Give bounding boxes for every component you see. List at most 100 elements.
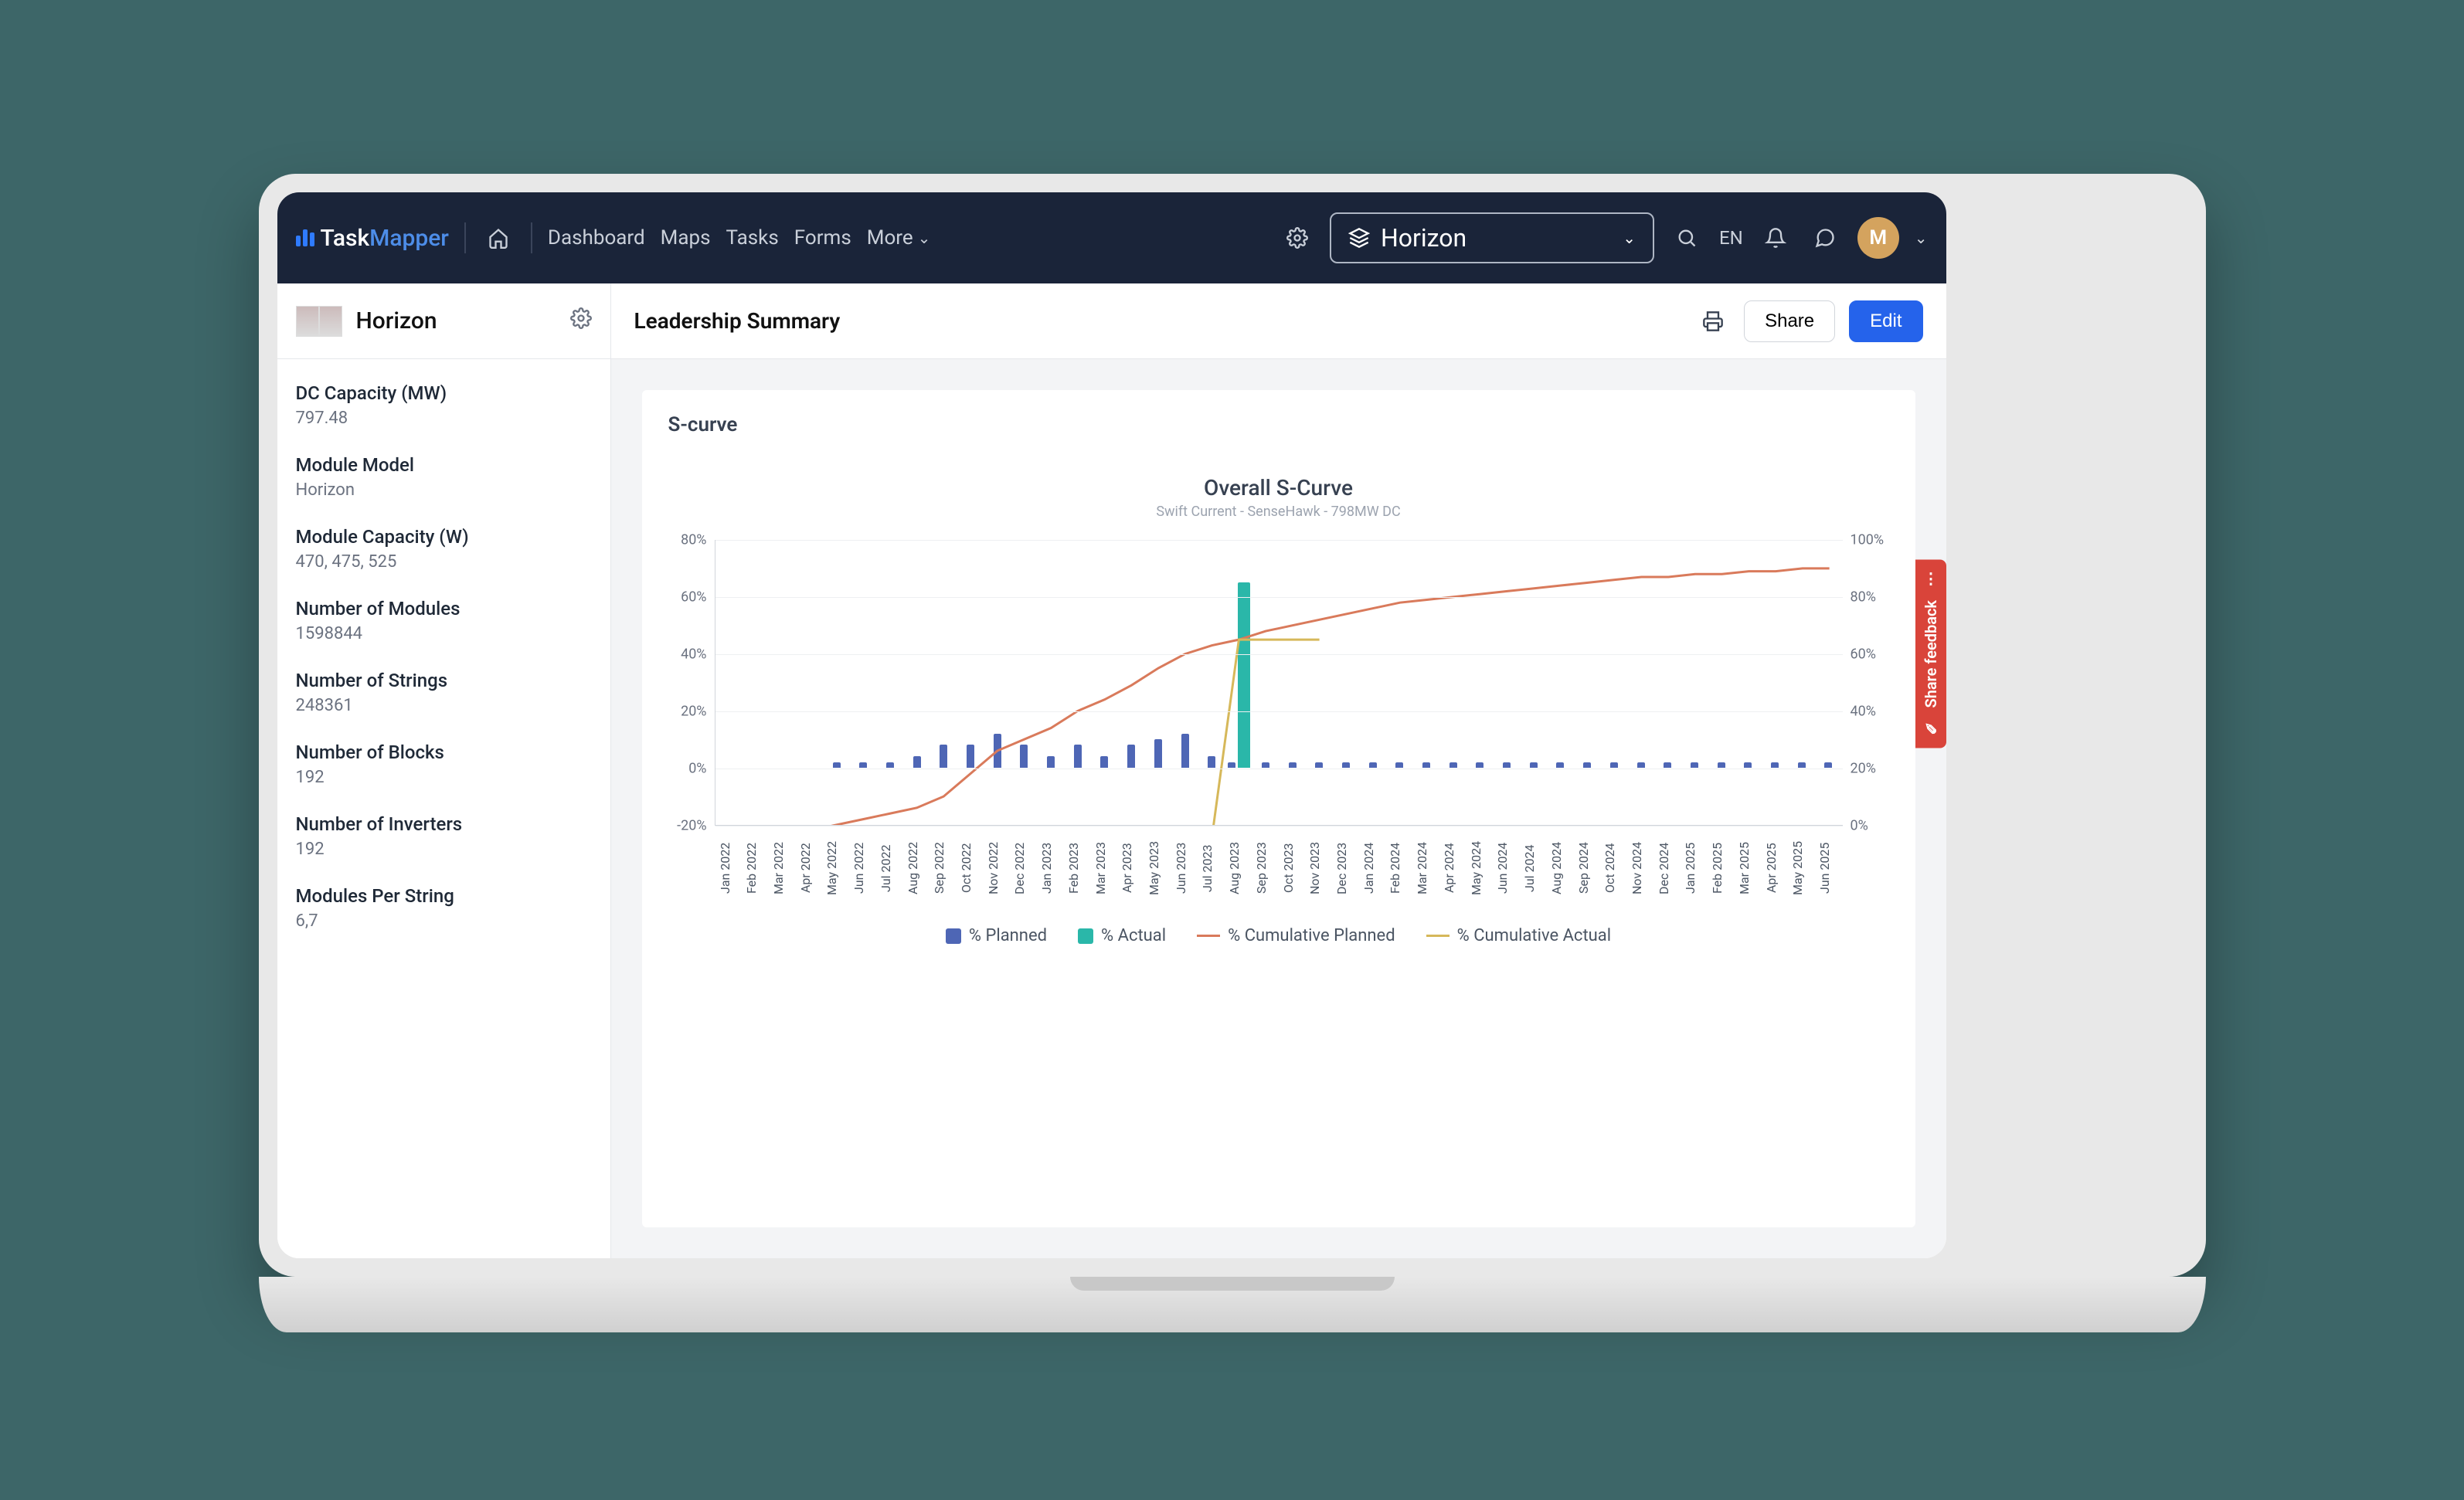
x-tick: Mar 2025 [1737,833,1759,903]
sidebar-item: Number of Inverters 192 [296,813,592,859]
sidebar-item-value: 6,7 [296,911,592,931]
sidebar-item-value: 1598844 [296,624,592,643]
nav-forms[interactable]: Forms [794,226,851,249]
app-logo[interactable]: TaskMapper [296,225,449,252]
language-switch[interactable]: EN [1719,227,1743,249]
settings-icon[interactable] [1280,221,1314,255]
avatar[interactable]: M [1857,217,1899,259]
x-tick: Nov 2022 [986,833,1008,903]
sidebar-item: Number of Modules 1598844 [296,598,592,643]
divider [464,222,466,253]
sidebar-item: Number of Blocks 192 [296,742,592,787]
x-tick: Jun 2022 [851,833,874,903]
nav-more[interactable]: More ⌄ [867,226,931,249]
bell-icon[interactable] [1759,221,1793,255]
main: Leadership Summary Share Edit S-curve Ov… [611,283,1946,1258]
x-tick: Oct 2022 [959,833,981,903]
x-tick: Aug 2023 [1227,833,1249,903]
x-tick: Sep 2022 [932,833,954,903]
chart-subtitle: Swift Current - SenseHawk - 798MW DC [668,504,1889,520]
nav-maps[interactable]: Maps [661,226,711,249]
legend-cum-planned: % Cumulative Planned [1197,926,1395,945]
x-tick: Feb 2025 [1710,833,1732,903]
x-tick: Jan 2024 [1361,833,1384,903]
chevron-down-icon: ⌄ [1623,229,1636,247]
plot-area [715,540,1843,826]
x-tick: Jan 2025 [1683,833,1705,903]
feedback-label: Share feedback [1922,600,1940,708]
chevron-down-icon[interactable]: ⌄ [1915,229,1928,247]
sidebar-item-value: 192 [296,768,592,787]
x-tick: Jun 2023 [1174,833,1196,903]
x-tick: Oct 2024 [1602,833,1625,903]
x-tick: Feb 2022 [744,833,766,903]
logo-icon [296,229,314,246]
sidebar-item: Modules Per String 6,7 [296,885,592,931]
x-tick: Jul 2023 [1200,833,1222,903]
page-title: Leadership Summary [634,308,841,334]
line-layer [715,540,1843,825]
org-selector[interactable]: Horizon ⌄ [1330,212,1654,263]
sidebar-item: DC Capacity (MW) 797.48 [296,382,592,428]
edit-button[interactable]: Edit [1849,300,1922,342]
chat-icon[interactable] [1808,221,1842,255]
sidebar-item-value: 470, 475, 525 [296,552,592,572]
x-tick: Feb 2023 [1066,833,1089,903]
laptop-frame: TaskMapper Dashboard Maps Tasks Forms Mo… [259,174,2206,1326]
x-tick: Dec 2024 [1657,833,1679,903]
legend-actual: % Actual [1078,926,1166,945]
sidebar-gear-icon[interactable] [570,307,592,335]
chart-title: Overall S-Curve [668,475,1889,501]
nav-tasks[interactable]: Tasks [726,226,779,249]
sidebar-item-value: 192 [296,840,592,859]
x-tick: Nov 2024 [1630,833,1652,903]
sidebar: Horizon DC Capacity (MW) 797.48 Module Mo… [277,283,611,1258]
print-icon[interactable] [1696,304,1730,338]
x-axis: Jan 2022Feb 2022Mar 2022Apr 2022May 2022… [668,833,1889,903]
y-axis-right: 0%20%40%60%80%100% [1843,540,1889,826]
sidebar-item-label: Modules Per String [296,885,592,907]
divider [531,222,532,253]
x-tick: Dec 2023 [1334,833,1357,903]
sidebar-list: DC Capacity (MW) 797.48 Module Model Hori… [277,359,610,954]
x-tick: Jul 2022 [879,833,901,903]
main-header: Leadership Summary Share Edit [611,283,1946,359]
top-bar: TaskMapper Dashboard Maps Tasks Forms Mo… [277,192,1946,283]
sidebar-item-value: 797.48 [296,409,592,428]
logo-text-b: Mapper [369,225,449,252]
x-tick: Jan 2022 [718,833,740,903]
sidebar-item-label: Number of Inverters [296,813,592,835]
search-icon[interactable] [1670,221,1704,255]
x-tick: Jun 2024 [1495,833,1517,903]
pencil-icon: ✎ [1922,719,1940,738]
sidebar-item: Module Model Horizon [296,454,592,500]
x-tick: Apr 2022 [798,833,821,903]
chart-area: -20%0%20%40%60%80% 0%20%40%60%80%100% [668,540,1889,826]
legend-planned: % Planned [946,926,1047,945]
x-tick: May 2025 [1790,833,1813,903]
logo-text-a: Task [321,225,370,252]
x-tick: May 2024 [1469,833,1491,903]
feedback-tab[interactable]: ✎ Share feedback ⋮ [1915,560,1946,748]
x-tick: Apr 2023 [1120,833,1142,903]
home-icon[interactable] [481,221,515,255]
x-tick: Oct 2023 [1281,833,1303,903]
legend-cum-actual: % Cumulative Actual [1426,926,1611,945]
x-tick: Sep 2023 [1254,833,1276,903]
layers-icon [1348,227,1370,249]
sidebar-item-label: Module Capacity (W) [296,526,592,548]
laptop-base [259,1277,2206,1332]
x-tick: Jul 2024 [1522,833,1545,903]
x-tick: Apr 2025 [1764,833,1786,903]
sidebar-item-label: Number of Blocks [296,742,592,763]
nav-dashboard[interactable]: Dashboard [548,226,645,249]
x-tick: Apr 2024 [1442,833,1464,903]
sidebar-item-label: Module Model [296,454,592,476]
chevron-down-icon: ⌄ [918,229,931,247]
x-tick: Dec 2022 [1012,833,1035,903]
chart-card: S-curve Overall S-Curve Swift Current - … [642,390,1915,1227]
legend: % Planned % Actual % Cumulative Planned … [668,926,1889,945]
sidebar-header: Horizon [277,283,610,359]
x-tick: Mar 2023 [1093,833,1116,903]
share-button[interactable]: Share [1744,300,1835,342]
